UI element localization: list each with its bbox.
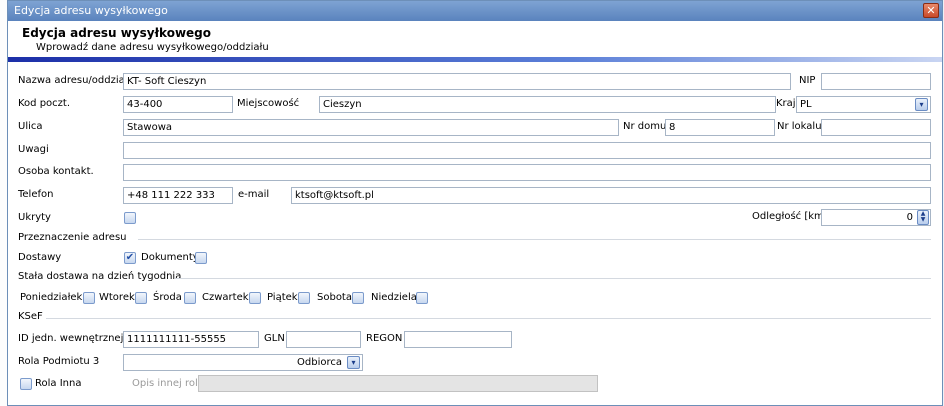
phone-label: Telefon [18, 189, 54, 200]
notes-label: Uwagi [18, 144, 49, 155]
header-title: Edycja adresu wysyłkowego [22, 26, 212, 40]
day-monday-checkbox[interactable] [83, 292, 95, 304]
gln-label: GLN [264, 333, 285, 344]
street-label: Ulica [18, 121, 43, 132]
deliveries-label: Dostawy [18, 252, 62, 263]
close-icon[interactable]: ✕ [923, 3, 939, 18]
shipping-address-dialog: Edycja adresu wysyłkowego ✕ Edycja adres… [7, 0, 943, 406]
day-friday-checkbox[interactable] [298, 292, 310, 304]
spin-down-icon[interactable]: ▼ [918, 217, 928, 223]
purpose-section-label: Przeznaczenie adresu [18, 232, 127, 243]
name-field[interactable]: KT- Soft Cieszyn [123, 73, 791, 90]
distance-label: Odległość [km] [752, 211, 828, 222]
email-field[interactable]: ktsoft@ktsoft.pl [291, 187, 931, 204]
street-field[interactable]: Stawowa [123, 119, 619, 136]
ksef-section-label: KSeF [18, 311, 43, 322]
documents-checkbox[interactable] [195, 252, 207, 264]
house-number-label: Nr domu [623, 121, 667, 132]
contact-field[interactable] [123, 164, 931, 181]
country-dropdown-icon[interactable]: ▾ [915, 98, 928, 111]
nip-field[interactable] [821, 73, 931, 90]
header-gradient-bar [8, 57, 942, 62]
email-label: e-mail [238, 189, 270, 200]
internal-id-label: ID jedn. wewnętrznej [18, 333, 124, 344]
weekday-separator [175, 278, 931, 279]
day-thursday-checkbox[interactable] [249, 292, 261, 304]
purpose-separator [138, 239, 931, 240]
role-label: Rola Podmiotu 3 [18, 356, 100, 367]
regon-field[interactable] [404, 331, 512, 348]
postal-label: Kod poczt. [18, 98, 71, 109]
hidden-checkbox[interactable] [124, 212, 136, 224]
documents-label: Dokumenty [141, 252, 199, 263]
country-select[interactable]: PL [796, 96, 931, 113]
dialog-header: Edycja adresu wysyłkowego Wprowadź dane … [8, 21, 942, 57]
ksef-separator [46, 318, 931, 319]
internal-id-field[interactable]: 1111111111-55555 [123, 331, 259, 348]
day-thursday-label: Czwartek [202, 292, 249, 303]
contact-label: Osoba kontakt. [18, 166, 94, 177]
day-wednesday-label: Środa [153, 292, 182, 303]
dialog-titlebar: Edycja adresu wysyłkowego ✕ [8, 1, 942, 21]
regon-label: REGON [366, 333, 403, 344]
city-field[interactable]: Cieszyn [319, 96, 776, 113]
deliveries-checkbox[interactable]: ✔ [124, 252, 136, 264]
distance-spinner[interactable]: ▲ ▼ [917, 210, 929, 225]
day-tuesday-label: Wtorek [99, 292, 135, 303]
role-other-label: Rola Inna [35, 378, 82, 389]
day-tuesday-checkbox[interactable] [135, 292, 147, 304]
day-sunday-label: Niedziela [371, 292, 417, 303]
notes-field[interactable] [123, 142, 931, 159]
city-label: Miejscowość [237, 98, 300, 109]
day-sunday-checkbox[interactable] [416, 292, 428, 304]
hidden-label: Ukryty [18, 212, 51, 223]
house-number-field[interactable]: 8 [665, 119, 775, 136]
role-other-desc-field[interactable] [198, 375, 598, 392]
day-saturday-label: Sobota [317, 292, 352, 303]
day-saturday-checkbox[interactable] [352, 292, 364, 304]
country-label: Kraj [776, 98, 796, 109]
name-label: Nazwa adresu/oddziału [18, 75, 134, 86]
role-other-desc-label: Opis innej roli [132, 378, 201, 389]
gln-field[interactable] [286, 331, 361, 348]
flat-number-label: Nr lokalu [777, 121, 822, 132]
phone-field[interactable]: +48 111 222 333 [123, 187, 233, 204]
flat-number-field[interactable] [821, 119, 931, 136]
nip-label: NIP [799, 75, 816, 86]
weekday-section-label: Stała dostawa na dzień tygodnia [18, 271, 182, 282]
postal-field[interactable]: 43-400 [123, 96, 233, 113]
role-select[interactable]: Odbiorca [123, 354, 363, 371]
role-dropdown-icon[interactable]: ▾ [347, 356, 360, 369]
role-other-checkbox[interactable] [20, 378, 32, 390]
header-subtitle: Wprowadź dane adresu wysyłkowego/oddział… [36, 42, 269, 53]
day-wednesday-checkbox[interactable] [184, 292, 196, 304]
day-friday-label: Piątek [267, 292, 298, 303]
day-monday-label: Poniedziałek [20, 292, 83, 303]
distance-field[interactable]: 0 [821, 209, 931, 226]
window-title: Edycja adresu wysyłkowego [14, 4, 168, 17]
